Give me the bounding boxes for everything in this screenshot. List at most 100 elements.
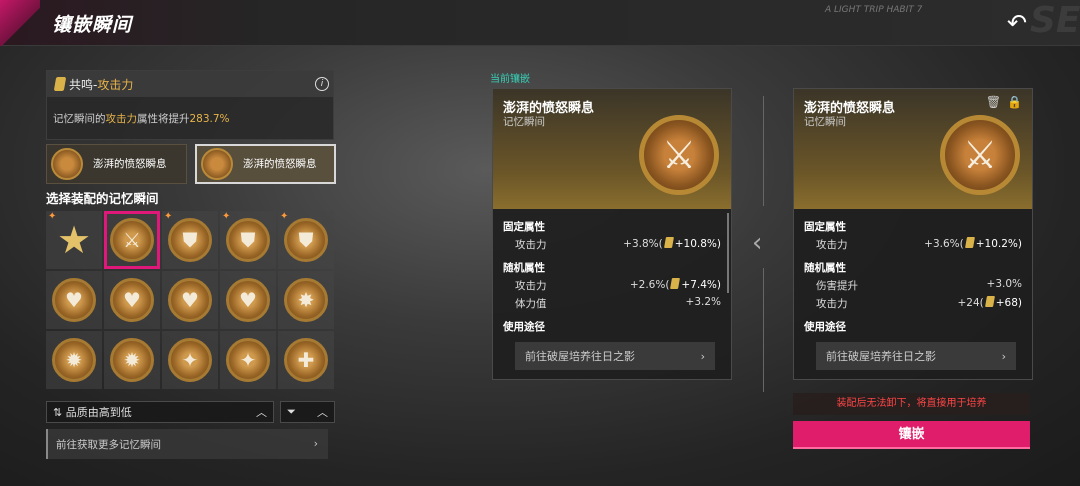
shield-icon: ⛊: [168, 218, 212, 262]
card-header: 澎湃的愤怒瞬息 记忆瞬间 🗑 🔒 ⚔: [794, 89, 1032, 209]
route-link[interactable]: 前往破屋培养往日之影 ›: [515, 342, 715, 370]
filter-button[interactable]: ⏷ ︿: [280, 401, 335, 423]
memory-cell[interactable]: ✦: [220, 331, 276, 389]
stat-value: +24(: [957, 297, 984, 309]
memory-cell[interactable]: ✦ ⛊: [278, 211, 334, 269]
sword-medal-icon: [201, 148, 233, 180]
usage-title: 使用途径: [503, 321, 545, 333]
memory-cell[interactable]: ♥: [162, 271, 218, 329]
new-sparkle-icon: ✦: [164, 211, 173, 222]
slot-label: 澎湃的愤怒瞬息: [93, 158, 167, 170]
chevron-right-icon: ›: [700, 349, 705, 363]
equipped-slot-1[interactable]: 澎湃的愤怒瞬息: [46, 144, 187, 184]
page-title: 镶嵌瞬间: [52, 14, 133, 36]
memory-cell[interactable]: ✦ ⛊: [162, 211, 218, 269]
card-body: 固定属性 攻击力 +3.8%(+10.8%) 随机属性 攻击力 +2.6%( +7…: [493, 209, 731, 370]
flame-icon: ✹: [110, 338, 154, 382]
stat-value: +2.6%(: [629, 279, 670, 291]
route-label: 前往破屋培养往日之影: [525, 350, 635, 363]
resonance-header: 共鸣- 攻击力: [47, 71, 333, 97]
stat-name: 攻击力: [515, 239, 547, 251]
scrollbar[interactable]: [727, 213, 729, 293]
desc-text: 属性将提升: [137, 113, 190, 125]
card-body: 固定属性 攻击力 +3.6%(+10.2%) 随机属性 伤害提升 +3.0% 攻…: [794, 209, 1032, 370]
chevron-up-icon: ︿: [256, 406, 267, 419]
more-link-label: 前往获取更多记忆瞬间: [56, 438, 161, 451]
sort-label: 品质由高到低: [65, 406, 132, 419]
stat-value: +3.8%(: [623, 238, 663, 250]
resonance-description: 记忆瞬间的攻击力属性将提升283.7%: [47, 97, 333, 126]
heart-icon: ♥: [52, 278, 96, 322]
sword-medal-icon: ⚔: [639, 115, 719, 195]
random-title: 随机属性: [503, 262, 545, 274]
memory-cell[interactable]: ♥: [220, 271, 276, 329]
new-sparkle-icon: ✦: [222, 211, 231, 222]
route-link[interactable]: 前往破屋培养往日之影 ›: [816, 342, 1016, 370]
memory-cell[interactable]: ♥: [46, 271, 102, 329]
equipped-slot-2[interactable]: 澎湃的愤怒瞬息: [195, 144, 336, 184]
stat-name: 体力值: [515, 298, 547, 310]
stat-bonus: +68): [995, 297, 1022, 309]
stat-value: +3.2%: [685, 296, 721, 308]
lock-icon[interactable]: 🔒: [1007, 95, 1022, 109]
trash-icon[interactable]: 🗑: [986, 95, 1001, 109]
left-panel: 共鸣- 攻击力 i 记忆瞬间的攻击力属性将提升283.7% 澎湃的愤怒瞬息 澎湃的…: [46, 70, 336, 459]
new-sparkle-icon: ✦: [280, 211, 289, 222]
stat-row: 伤害提升 +3.0%: [804, 278, 1022, 293]
memory-cell[interactable]: ✦: [162, 331, 218, 389]
compare-arrow-icon: ‹: [752, 228, 763, 258]
coin-icon: [670, 278, 681, 289]
shuriken-icon: ✦: [226, 338, 270, 382]
memory-cell[interactable]: ⚔: [104, 211, 160, 269]
shuriken-icon: ✦: [168, 338, 212, 382]
memory-cell[interactable]: ✦ ⛊: [220, 211, 276, 269]
burst-icon: ✸: [284, 278, 328, 322]
select-title: 选择装配的记忆瞬间: [46, 191, 159, 206]
memory-cell[interactable]: ✦ ★: [46, 211, 102, 269]
memory-cell[interactable]: ✚: [278, 331, 334, 389]
stat-row: 攻击力 +2.6%( +7.4%): [503, 278, 721, 293]
inlay-button[interactable]: 镶嵌: [793, 421, 1030, 449]
divider-line: [763, 268, 764, 392]
sort-icon: ⇅: [53, 406, 63, 419]
card-type: 记忆瞬间: [804, 116, 846, 128]
desc-attr: 攻击力: [105, 113, 138, 125]
coin-icon: [964, 237, 975, 248]
resonance-prefix: 共鸣-: [69, 77, 98, 92]
fixed-title: 固定属性: [503, 221, 545, 233]
current-inlay-label: 当前镶嵌: [490, 74, 530, 85]
background-deco-letters: SE: [1030, 0, 1080, 41]
stat-row: 攻击力 +24(+68): [804, 296, 1022, 311]
background-deco-text: A LIGHT TRIP HABIT 7: [825, 5, 923, 15]
stat-name: 攻击力: [515, 280, 547, 292]
card-type: 记忆瞬间: [503, 116, 545, 128]
stat-row: 攻击力 +3.8%(+10.8%): [503, 237, 721, 252]
chevron-right-icon: ›: [313, 438, 318, 450]
chevron-right-icon: ›: [1001, 349, 1006, 363]
memory-grid: ✦ ★ ⚔ ✦ ⛊ ✦ ⛊ ✦ ⛊ ♥ ♥ ♥ ♥ ✸ ✹ ✹ ✦ ✦ ✚: [46, 211, 336, 389]
accent-corner: [0, 0, 40, 46]
info-icon[interactable]: i: [315, 77, 329, 91]
stat-row: 体力值 +3.2%: [503, 296, 721, 311]
desc-value: 283.7%: [189, 113, 230, 125]
warning-text: 装配后无法卸下，将直接用于培养: [793, 393, 1030, 415]
stat-name: 伤害提升: [816, 280, 858, 292]
new-memory-card: 澎湃的愤怒瞬息 记忆瞬间 🗑 🔒 ⚔ 固定属性 攻击力 +3.6%(+10.2%…: [793, 88, 1033, 380]
heart-icon: ♥: [110, 278, 154, 322]
memory-cell[interactable]: ✹: [46, 331, 102, 389]
stat-name: 攻击力: [816, 239, 848, 251]
resonance-attribute: 攻击力: [97, 77, 134, 92]
sort-row: ⇅ 品质由高到低 ︿ ⏷ ︿: [46, 401, 336, 423]
sort-dropdown[interactable]: ⇅ 品质由高到低 ︿: [46, 401, 274, 423]
memory-cell[interactable]: ✸: [278, 271, 334, 329]
memory-cell[interactable]: ✹: [104, 331, 160, 389]
desc-text: 记忆瞬间的: [53, 113, 106, 125]
flame-icon: ✹: [52, 338, 96, 382]
memory-cell[interactable]: ♥: [104, 271, 160, 329]
chevron-up-icon: ︿: [317, 406, 328, 419]
stat-bonus: +7.4%): [681, 279, 721, 291]
stat-bonus: +10.2%): [975, 238, 1022, 250]
current-memory-card: 澎湃的愤怒瞬息 记忆瞬间 ⚔ 固定属性 攻击力 +3.8%(+10.8%) 随机…: [492, 88, 732, 380]
back-button[interactable]: ↶: [1002, 10, 1032, 36]
more-memories-link[interactable]: 前往获取更多记忆瞬间 ›: [46, 429, 328, 459]
